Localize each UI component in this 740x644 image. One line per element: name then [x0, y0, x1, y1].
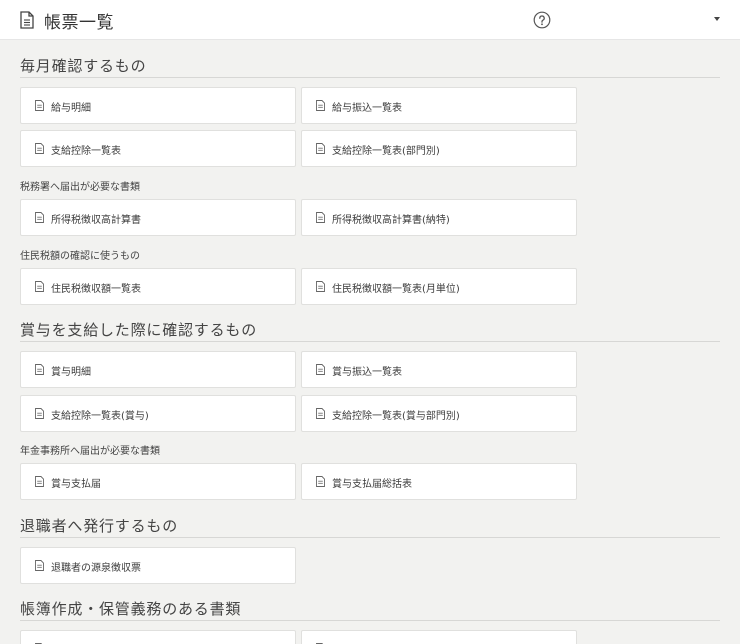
report-list: 毎月確認するもの 給与明細 給与振込一覧表 支給控除一覧表 支給控除一覧表(部門…: [0, 40, 740, 644]
report-card[interactable]: 賞与振込一覧表: [301, 351, 577, 388]
file-icon: [316, 408, 325, 419]
report-card[interactable]: 支給控除一覧表: [20, 130, 296, 167]
report-card[interactable]: [301, 630, 577, 644]
file-icon: [35, 476, 44, 487]
report-card-label: 給与振込一覧表: [332, 103, 402, 114]
file-icon: [35, 560, 44, 571]
file-icon: [35, 408, 44, 419]
help-icon[interactable]: [533, 11, 551, 29]
page-title: 帳票一覧: [44, 13, 114, 33]
report-card-label: 支給控除一覧表(部門別): [332, 146, 440, 157]
subsection-title-tax-office: 税務署へ届出が必要な書類: [20, 182, 140, 193]
report-card[interactable]: 給与振込一覧表: [301, 87, 577, 124]
file-icon: [316, 281, 325, 292]
report-card-label: 所得税徴収高計算書(納特): [332, 215, 450, 226]
report-card-label: 賞与支払届: [51, 479, 101, 490]
report-card-label: 賞与支払届総括表: [332, 479, 412, 490]
report-card-label: 賞与振込一覧表: [332, 367, 402, 378]
report-card[interactable]: 所得税徴収高計算書: [20, 199, 296, 236]
report-card[interactable]: [20, 630, 296, 644]
report-card[interactable]: 住民税徴収額一覧表: [20, 268, 296, 305]
report-card-label: 給与明細: [51, 103, 91, 114]
report-card[interactable]: 賞与支払届総括表: [301, 463, 577, 500]
report-card-label: 支給控除一覧表: [51, 146, 121, 157]
report-card[interactable]: 賞与支払届: [20, 463, 296, 500]
report-card[interactable]: 所得税徴収高計算書(納特): [301, 199, 577, 236]
report-card-label: 退職者の源泉徴収票: [51, 563, 141, 574]
subsection-title-pension-office: 年金事務所へ届出が必要な書類: [20, 446, 160, 457]
report-card[interactable]: 支給控除一覧表(賞与): [20, 395, 296, 432]
section-title-bonus: 賞与を支給した際に確認するもの: [20, 316, 720, 342]
file-icon: [316, 100, 325, 111]
report-card-label: 所得税徴収高計算書: [51, 215, 141, 226]
dropdown-caret-icon[interactable]: [714, 17, 720, 21]
document-icon: [20, 11, 34, 29]
report-card[interactable]: 退職者の源泉徴収票: [20, 547, 296, 584]
file-icon: [35, 281, 44, 292]
section-title-monthly: 毎月確認するもの: [20, 52, 720, 78]
report-card-label: 支給控除一覧表(賞与部門別): [332, 411, 460, 422]
report-card[interactable]: 住民税徴収額一覧表(月単位): [301, 268, 577, 305]
report-card[interactable]: 賞与明細: [20, 351, 296, 388]
section-title-books: 帳簿作成・保管義務のある書類: [20, 595, 720, 621]
file-icon: [316, 476, 325, 487]
report-card-label: 住民税徴収額一覧表: [51, 284, 141, 295]
file-icon: [316, 364, 325, 375]
report-card-label: 賞与明細: [51, 367, 91, 378]
subsection-title-resident-tax: 住民税額の確認に使うもの: [20, 251, 140, 262]
file-icon: [35, 143, 44, 154]
file-icon: [316, 212, 325, 223]
report-card[interactable]: 支給控除一覧表(部門別): [301, 130, 577, 167]
report-card[interactable]: 給与明細: [20, 87, 296, 124]
file-icon: [35, 212, 44, 223]
file-icon: [35, 364, 44, 375]
report-card-label: 支給控除一覧表(賞与): [51, 411, 149, 422]
file-icon: [35, 100, 44, 111]
report-card-label: 住民税徴収額一覧表(月単位): [332, 284, 460, 295]
app-header: 帳票一覧: [0, 0, 740, 40]
section-title-retiree: 退職者へ発行するもの: [20, 512, 720, 538]
report-card[interactable]: 支給控除一覧表(賞与部門別): [301, 395, 577, 432]
file-icon: [316, 143, 325, 154]
